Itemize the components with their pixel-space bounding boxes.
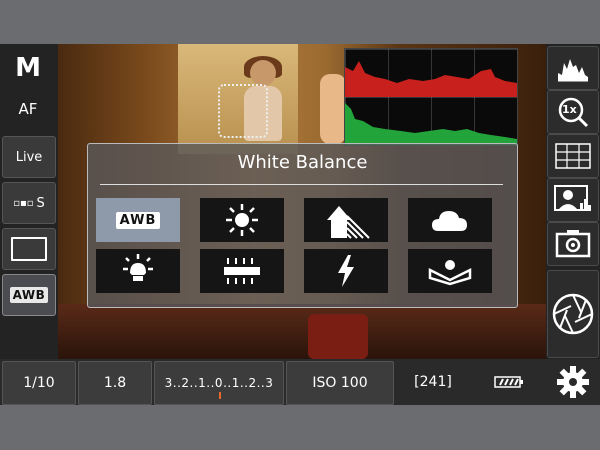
focus-mode[interactable]: AF [0, 92, 56, 126]
shots-remaining: [241] [414, 374, 452, 390]
drive-dots-icon: ▫▪▫ [13, 197, 34, 209]
shutter-speed[interactable]: 1/10 [2, 361, 76, 405]
fluorescent-tube-icon [224, 258, 260, 284]
exposure-scale: 3..2..1..0..1..2..3 [164, 376, 274, 390]
aperture[interactable]: 1.8 [78, 361, 152, 405]
camera-view-icon [555, 230, 591, 258]
histogram-red-channel [345, 61, 517, 97]
focus-frame[interactable] [218, 84, 268, 138]
awb-icon: AWB [9, 287, 49, 303]
grid-toggle[interactable] [547, 134, 599, 178]
white-balance-button[interactable]: AWB [2, 274, 56, 316]
battery-icon [494, 376, 523, 388]
exposure-indicator [219, 392, 221, 399]
settings-button[interactable] [548, 361, 598, 403]
live-view-button[interactable]: Live [2, 136, 56, 178]
wb-option-shade[interactable] [304, 198, 388, 242]
wb-option-tungsten[interactable] [96, 249, 180, 293]
shutter-aperture-icon [552, 293, 594, 335]
flash-icon [338, 255, 354, 287]
drive-mode-button[interactable]: ▫▪▫ S [2, 182, 56, 224]
live-view-foreground [58, 304, 546, 359]
zoom-label: 1x [562, 103, 577, 116]
aspect-ratio-button[interactable] [2, 228, 56, 270]
shade-house-icon [327, 206, 370, 239]
histogram-green-channel [345, 103, 517, 145]
tungsten-bulb-icon [123, 254, 153, 281]
zoom-button[interactable]: 1x [547, 90, 599, 134]
capture-button[interactable] [547, 270, 599, 358]
wb-option-custom[interactable] [408, 249, 492, 293]
live-view-object [320, 74, 346, 144]
face-detect-button[interactable] [547, 178, 599, 222]
wb-option-awb[interactable]: AWB [96, 198, 180, 242]
panel-divider [100, 184, 503, 185]
battery-indicator [474, 361, 544, 403]
histogram-panel [344, 48, 518, 146]
camera-view-button[interactable] [547, 222, 599, 266]
frame-icon [11, 237, 47, 261]
grid-icon [555, 143, 591, 169]
live-view-red-object [308, 314, 368, 359]
exposure-compensation[interactable]: 3..2..1..0..1..2..3 [154, 361, 284, 405]
histogram-graph [345, 61, 517, 145]
awb-label: AWB [115, 211, 161, 229]
camera-app: M AF Live ▫▪▫ S AWB 1x White Balance AWB… [0, 44, 600, 405]
custom-wb-icon [428, 260, 472, 286]
histogram-icon [558, 59, 588, 82]
bottom-bar: 1/10 1.8 3..2..1..0..1..2..3 ISO 100 [24… [0, 359, 600, 405]
wb-option-flash[interactable] [304, 249, 388, 293]
drive-mode-label: S [36, 195, 45, 211]
white-balance-panel: White Balance AWB [87, 143, 518, 308]
shooting-mode[interactable]: M [0, 50, 56, 86]
cloud-icon [432, 211, 467, 231]
iso-setting[interactable]: ISO 100 [286, 361, 394, 405]
sun-icon [226, 204, 258, 236]
wb-option-cloudy[interactable] [408, 198, 492, 242]
face-detect-icon [554, 185, 591, 211]
wb-option-daylight[interactable] [200, 198, 284, 242]
histogram-toggle[interactable] [547, 46, 599, 90]
gear-icon [557, 366, 589, 398]
white-balance-title: White Balance [237, 152, 368, 173]
wb-option-fluorescent[interactable] [200, 249, 284, 293]
